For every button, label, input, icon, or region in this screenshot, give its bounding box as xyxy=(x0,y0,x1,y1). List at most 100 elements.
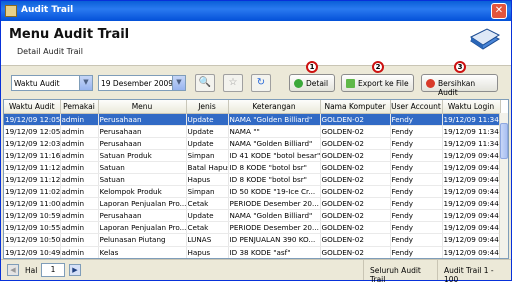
favorite-button[interactable]: ☆ xyxy=(223,74,243,92)
page-subtitle: Detail Audit Trail xyxy=(17,47,83,56)
table-cell: Fendy xyxy=(390,113,443,126)
table-cell: Satuan Produk xyxy=(98,149,187,162)
table-cell: admin xyxy=(60,233,99,247)
table-cell: 19/12/09 12:03 xyxy=(4,137,61,150)
column-header[interactable]: Waktu Audit xyxy=(4,100,61,114)
table-row[interactable]: 19/12/09 11:12 admin Satuan Batal Hapus ID 8… xyxy=(4,161,501,174)
audit-table: Waktu Audit Pemakai Menu Jenis Keteranga… xyxy=(3,99,509,259)
table-cell: GOLDEN-02 xyxy=(320,233,391,247)
next-page-icon[interactable]: ▶ xyxy=(69,264,81,276)
table-cell: 19/12/09 10:55 xyxy=(4,221,61,235)
table-cell: GOLDEN-02 xyxy=(320,161,391,174)
detail-button[interactable]: Detail xyxy=(289,74,335,92)
table-cell: Update xyxy=(186,113,229,126)
table-cell: admin xyxy=(60,137,99,150)
status-count: Audit Trail 1 - 100 xyxy=(437,260,511,284)
table-cell: 19/12/09 09:44 xyxy=(442,149,501,162)
table-cell: GOLDEN-02 xyxy=(320,209,391,223)
table-cell: Cetak xyxy=(186,197,229,211)
table-row[interactable]: 19/12/09 11:00 admin Laporan Penjualan Pro… xyxy=(4,197,501,211)
table-cell: Fendy xyxy=(390,173,443,187)
table-cell: Perusahaan xyxy=(98,137,187,150)
table-row[interactable]: 19/12/09 11:02 admin Kelompok Produk Simpan… xyxy=(4,185,501,199)
filter-field-select[interactable]: Waktu Audit ▼ xyxy=(11,75,93,91)
column-header[interactable]: Menu xyxy=(98,100,187,114)
table-cell: NAMA "Golden Billiard" xyxy=(228,113,321,126)
table-cell: ID 8 KODE "botol bsr" xyxy=(228,161,321,174)
table-cell: 19/12/09 12:05 xyxy=(4,125,61,138)
table-cell: Update xyxy=(186,209,229,223)
table-cell: GOLDEN-02 xyxy=(320,246,391,258)
table-cell: 19/12/09 09:44 xyxy=(442,233,501,247)
table-cell: admin xyxy=(60,161,99,174)
table-cell: 19/12/09 11:12 xyxy=(4,173,61,187)
refresh-button[interactable]: ↻ xyxy=(251,74,271,92)
table-cell: Laporan Penjualan Pro... xyxy=(98,197,187,211)
table-cell: 19/12/09 12:05 xyxy=(4,113,61,126)
header-panel: Menu Audit Trail Detail Audit Trail xyxy=(1,21,511,65)
column-header[interactable]: Jenis xyxy=(186,100,229,114)
scrollbar-thumb[interactable] xyxy=(500,123,508,159)
table-row[interactable]: 19/12/09 10:59 admin Perusahaan Update NAMA … xyxy=(4,209,501,223)
table-row[interactable]: 19/12/09 12:05 admin Perusahaan Update NAMA … xyxy=(4,113,501,126)
clear-audit-label: Bersihkan Audit xyxy=(438,79,476,97)
table-cell: 19/12/09 10:50 xyxy=(4,233,61,247)
window-title: Audit Trail xyxy=(21,5,74,15)
table-cell: Fendy xyxy=(390,125,443,138)
table-row[interactable]: 19/12/09 10:50 admin Pelunasan Piutang LUNA… xyxy=(4,233,501,247)
table-cell: GOLDEN-02 xyxy=(320,185,391,199)
filter-field-value: Waktu Audit xyxy=(14,79,60,88)
column-header[interactable]: Keterangan xyxy=(228,100,321,114)
table-header-row: Waktu Audit Pemakai Menu Jenis Keteranga… xyxy=(4,100,501,114)
column-header[interactable]: User Account xyxy=(390,100,443,114)
table-cell: Fendy xyxy=(390,246,443,258)
vertical-scrollbar[interactable] xyxy=(499,113,508,258)
callout-badge-1: 1 xyxy=(306,61,318,73)
table-cell: Satuan xyxy=(98,161,187,174)
table-cell: GOLDEN-02 xyxy=(320,149,391,162)
clear-audit-button[interactable]: Bersihkan Audit xyxy=(421,74,498,97)
table-cell: Laporan Penjualan Pro... xyxy=(98,221,187,235)
close-button[interactable]: ✕ xyxy=(491,3,507,19)
callout-badge-3: 3 xyxy=(454,61,466,73)
table-row[interactable]: 19/12/09 11:16 admin Satuan Produk Simpan ID… xyxy=(4,149,501,162)
table-cell: Perusahaan xyxy=(98,125,187,138)
table-cell: Kelas xyxy=(98,246,187,258)
books-icon xyxy=(470,28,501,50)
page-input[interactable]: 1 xyxy=(41,263,65,277)
search-button[interactable]: 🔍 xyxy=(195,74,215,92)
table-cell: 19/12/09 10:59 xyxy=(4,209,61,223)
column-header[interactable]: Pemakai xyxy=(60,100,99,114)
table-row[interactable]: 19/12/09 11:12 admin Satuan Hapus ID 8 KODE … xyxy=(4,173,501,187)
chevron-down-icon[interactable]: ▼ xyxy=(172,76,185,90)
page-label: Hal xyxy=(25,266,38,275)
table-cell: 19/12/09 09:44 xyxy=(442,221,501,235)
table-cell: 19/12/09 11:16 xyxy=(4,149,61,162)
check-icon xyxy=(294,79,303,88)
table-cell: GOLDEN-02 xyxy=(320,137,391,150)
table-cell: Perusahaan xyxy=(98,113,187,126)
table-row[interactable]: 19/12/09 10:55 admin Laporan Penjualan Pro… xyxy=(4,221,501,235)
export-button[interactable]: Export ke File xyxy=(341,74,414,92)
table-cell: Fendy xyxy=(390,137,443,150)
table-cell: ID 38 KODE "asf" xyxy=(228,246,321,258)
title-bar: Audit Trail ✕ xyxy=(1,1,511,21)
table-row[interactable]: 19/12/09 12:03 admin Perusahaan Update NAMA … xyxy=(4,137,501,150)
table-row[interactable]: 19/12/09 10:49 admin Kelas Hapus ID 38 KODE … xyxy=(4,246,501,258)
column-header[interactable]: Nama Komputer xyxy=(320,100,391,114)
table-cell: 19/12/09 11:02 xyxy=(4,185,61,199)
callout-badge-2: 2 xyxy=(372,61,384,73)
table-cell: ID 8 KODE "botol bsr" xyxy=(228,173,321,187)
table-cell: Satuan xyxy=(98,173,187,187)
table-cell: Fendy xyxy=(390,221,443,235)
prev-page-icon[interactable]: ◀ xyxy=(7,264,19,276)
table-cell: admin xyxy=(60,209,99,223)
table-cell: admin xyxy=(60,185,99,199)
chevron-down-icon[interactable]: ▼ xyxy=(79,76,92,90)
table-cell: Simpan xyxy=(186,185,229,199)
table-cell: Update xyxy=(186,137,229,150)
table-row[interactable]: 19/12/09 12:05 admin Perusahaan Update NAMA … xyxy=(4,125,501,138)
toolbar: Waktu Audit ▼ 19 Desember 2009 ▼ 🔍 ☆ ↻ D… xyxy=(1,61,511,99)
column-header[interactable]: Waktu Login xyxy=(442,100,501,114)
date-picker[interactable]: 19 Desember 2009 ▼ xyxy=(98,75,186,91)
